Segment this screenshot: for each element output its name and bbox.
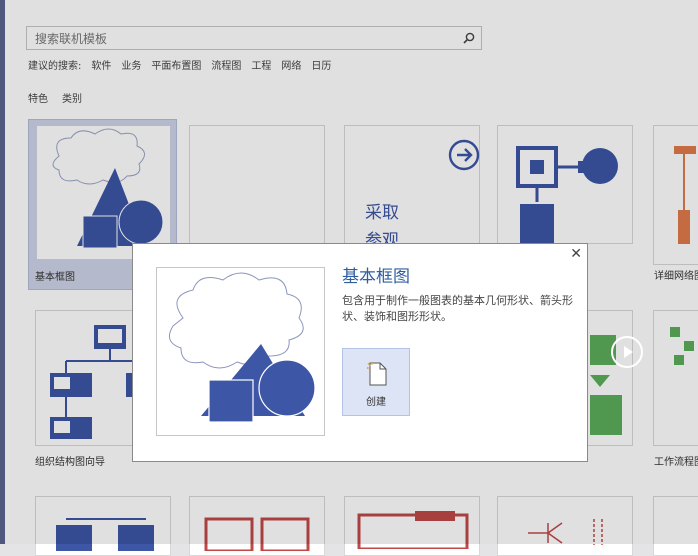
new-document-icon bbox=[367, 362, 387, 386]
dialog-title: 基本框图 bbox=[342, 267, 410, 287]
create-button[interactable]: 创建 bbox=[342, 348, 410, 416]
close-icon[interactable]: ✕ bbox=[570, 246, 582, 262]
create-button-label: 创建 bbox=[366, 397, 386, 408]
play-arrow-icon bbox=[624, 346, 633, 358]
dialog-description: 包含用于制作一般图表的基本几何形状、箭头形状、装饰和图形形状。 bbox=[342, 294, 573, 323]
next-template-button[interactable] bbox=[611, 336, 643, 368]
dialog-preview-image bbox=[156, 267, 325, 436]
template-preview-dialog: ✕ 基本框图 包含用于制作一般图表的基本几何形状、箭头形状、装饰和图形形状。 创… bbox=[132, 243, 588, 462]
basic-diagram-preview bbox=[168, 272, 316, 423]
